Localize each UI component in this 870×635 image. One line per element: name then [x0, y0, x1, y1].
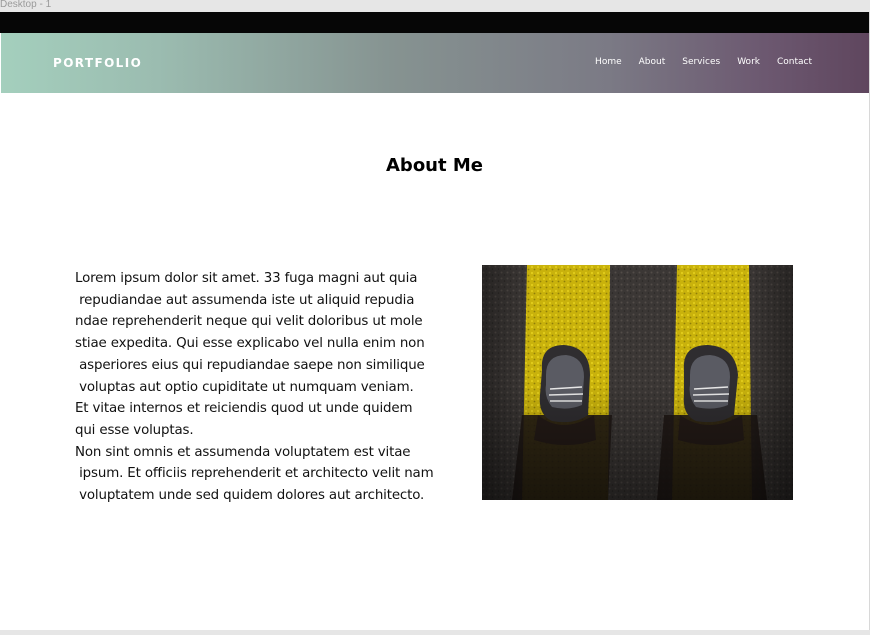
about-heading: About Me: [386, 155, 483, 176]
nav-link-work[interactable]: Work: [737, 56, 760, 68]
paragraph-line: repudiandae aut assumenda iste ut aliqui…: [75, 292, 415, 308]
page-frame: PORTFOLIO Home About Services Work Conta…: [0, 12, 870, 630]
nav-link-contact[interactable]: Contact: [777, 56, 812, 68]
paragraph-line: Lorem ipsum dolor sit amet. 33 fuga magn…: [75, 271, 418, 286]
top-bar: [0, 12, 869, 33]
paragraph-line: qui esse voluptas.: [75, 422, 194, 438]
nav-links: Home About Services Work Contact: [595, 56, 812, 68]
nav-link-home[interactable]: Home: [595, 56, 622, 68]
paragraph-line: asperiores eius qui repudiandae saepe no…: [75, 357, 425, 373]
feet-on-yellow-road-stripes-photo: [482, 265, 793, 500]
bottom-strip: [0, 630, 870, 635]
paragraph-line: stiae expedita. Qui esse explicabo vel n…: [75, 336, 425, 352]
brand-logo[interactable]: PORTFOLIO: [53, 55, 142, 71]
paragraph-line: Et vitae internos et reiciendis quod ut …: [75, 401, 413, 417]
about-paragraph: Lorem ipsum dolor sit amet. 33 fuga magn…: [75, 268, 475, 507]
paragraph-line: ipsum. Et officiis reprehenderit et arch…: [75, 466, 434, 482]
frame-label: Desktop - 1: [0, 0, 52, 10]
paragraph-line: ndae reprehenderit neque qui velit dolor…: [75, 314, 423, 330]
nav-link-services[interactable]: Services: [682, 56, 720, 68]
nav-link-about[interactable]: About: [639, 56, 666, 68]
paragraph-line: voluptas aut optio cupiditate ut numquam…: [75, 379, 414, 395]
paragraph-line: voluptatem unde sed quidem dolores aut a…: [75, 488, 425, 504]
paragraph-line: Non sint omnis et assumenda voluptatem e…: [75, 444, 411, 460]
navbar: PORTFOLIO Home About Services Work Conta…: [1, 33, 869, 93]
